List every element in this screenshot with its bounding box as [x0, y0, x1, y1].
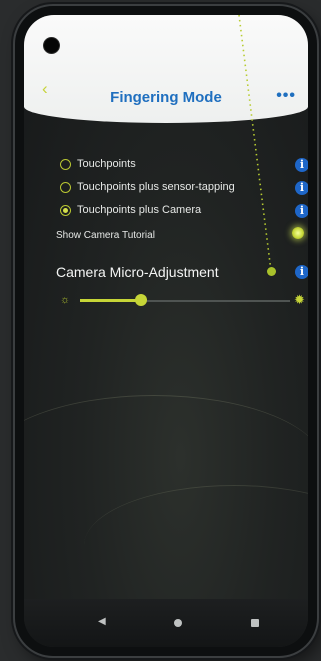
nav-back-icon[interactable]: ◀ — [98, 616, 106, 627]
radio-option-touchpoints-sensor-tapping[interactable]: Touchpoints plus sensor-tapping — [60, 181, 235, 193]
camera-tutorial-toggle[interactable] — [292, 227, 304, 239]
annotation-dot — [267, 267, 276, 276]
info-icon[interactable]: i — [295, 204, 308, 218]
camera-tutorial-label: Show Camera Tutorial — [56, 230, 155, 241]
phone-frame: ‹ Fingering Mode ••• Touchpoints i Touch… — [15, 6, 317, 656]
info-icon[interactable]: i — [295, 181, 308, 195]
radio-button-selected[interactable] — [60, 204, 71, 216]
radio-option-touchpoints[interactable]: Touchpoints — [60, 158, 136, 170]
radio-button[interactable] — [60, 181, 71, 193]
option-label: Touchpoints — [77, 158, 136, 170]
radio-option-touchpoints-camera[interactable]: Touchpoints plus Camera — [60, 204, 201, 216]
brightness-low-icon: ☼ — [60, 294, 71, 306]
option-label: Touchpoints plus Camera — [77, 204, 202, 216]
info-icon[interactable]: i — [295, 265, 308, 279]
slider-thumb[interactable] — [134, 294, 147, 306]
nav-recent-icon[interactable] — [251, 619, 259, 627]
page-title: Fingering Mode — [110, 89, 222, 106]
app-header: ‹ Fingering Mode ••• — [24, 15, 308, 123]
nav-home-icon[interactable] — [174, 619, 182, 627]
system-nav-bar: ◀ — [24, 599, 308, 647]
slider-fill — [80, 299, 141, 302]
screen: ‹ Fingering Mode ••• Touchpoints i Touch… — [24, 15, 308, 647]
brightness-high-icon: ✹ — [294, 292, 305, 307]
info-icon[interactable]: i — [295, 158, 308, 172]
option-label: Touchpoints plus sensor-tapping — [77, 181, 235, 193]
radio-button[interactable] — [60, 158, 71, 170]
more-options-icon[interactable]: ••• — [276, 87, 296, 105]
front-camera — [43, 37, 60, 54]
micro-adjustment-title: Camera Micro-Adjustment — [56, 264, 219, 280]
